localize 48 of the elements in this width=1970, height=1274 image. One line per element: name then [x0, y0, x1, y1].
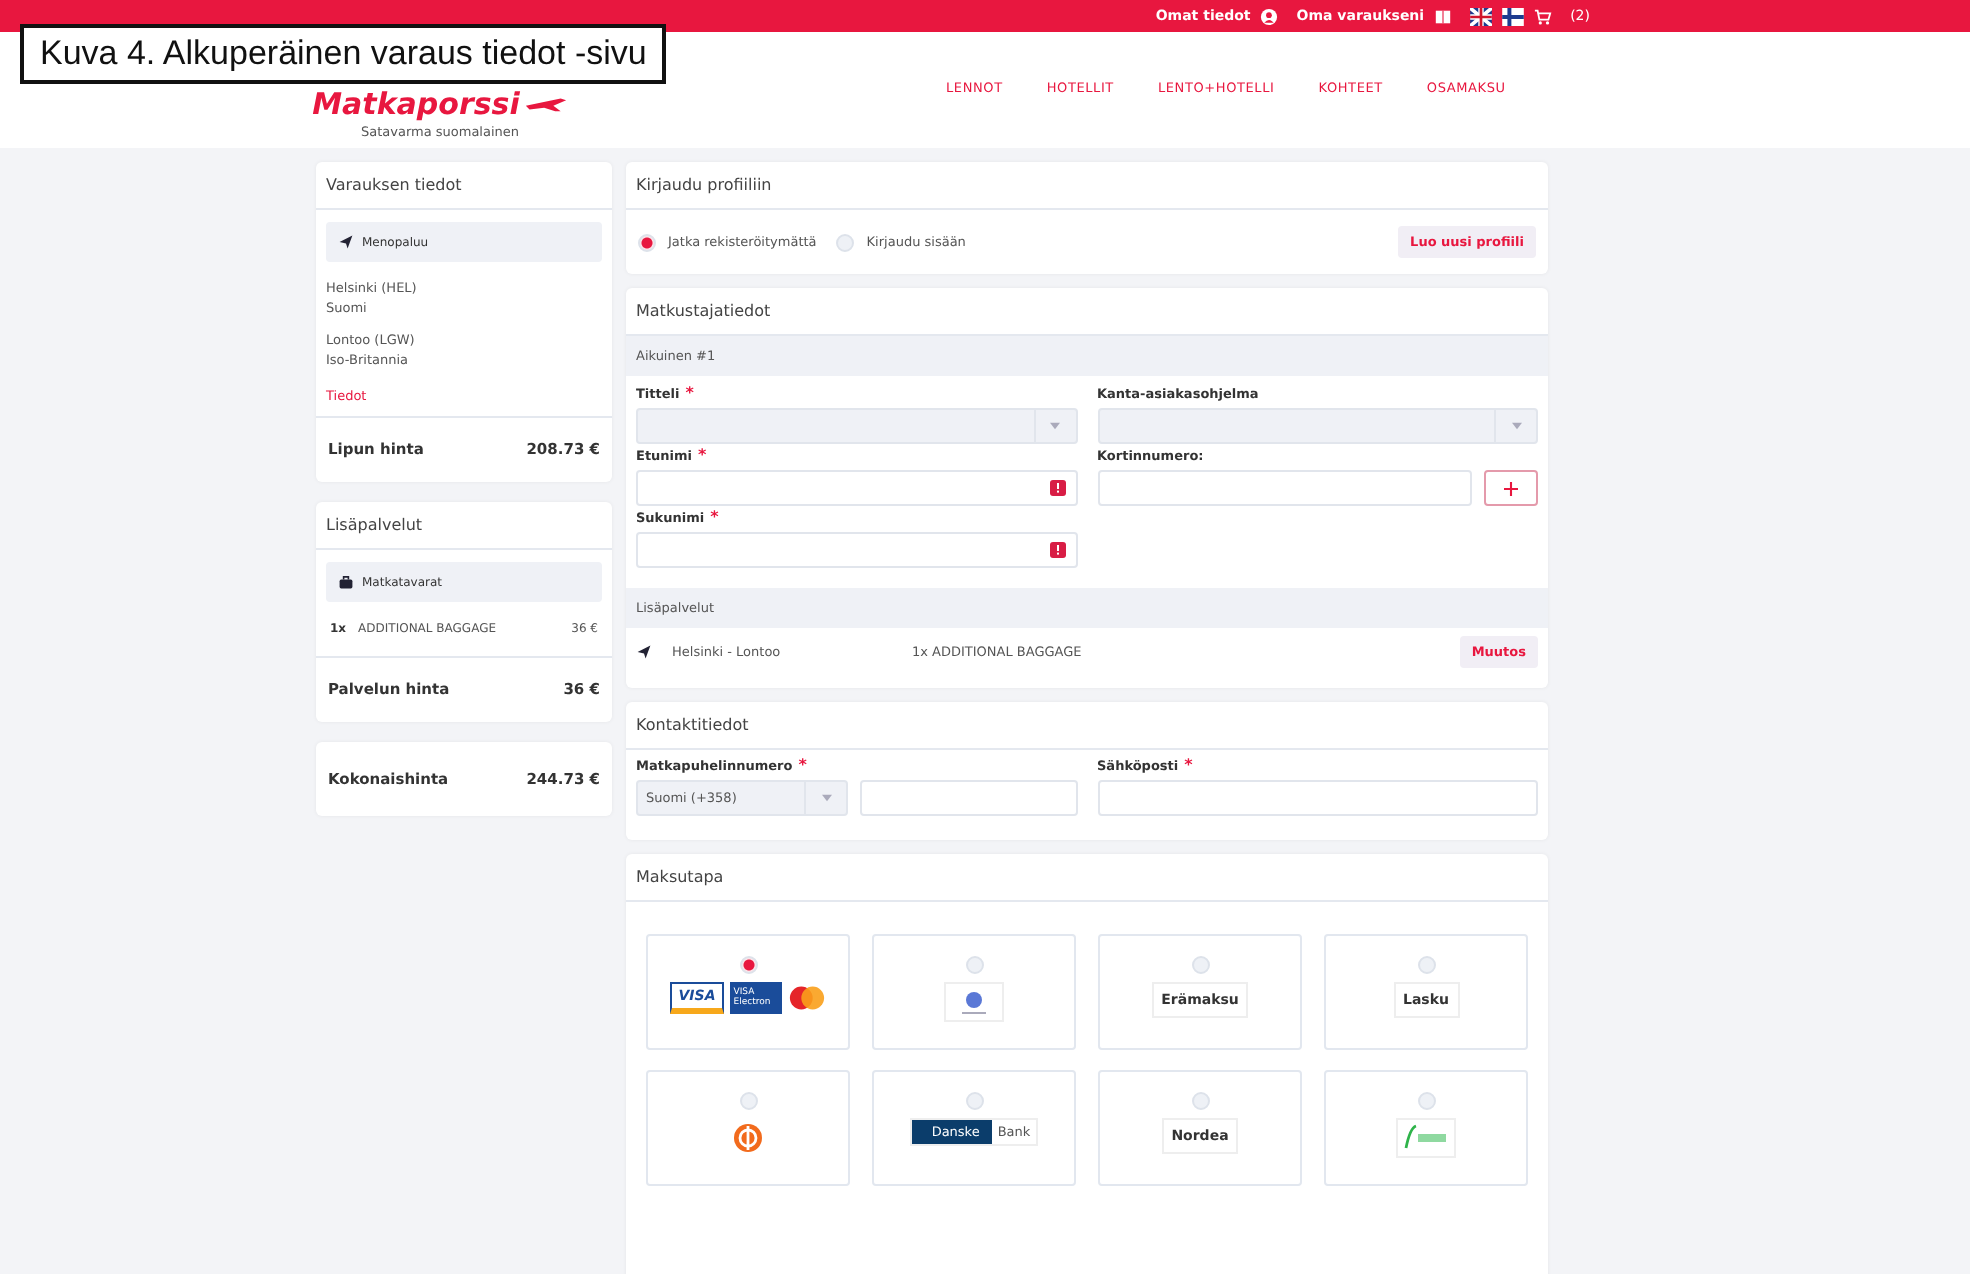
required-mark: * [798, 758, 807, 774]
card-title: Kirjaudu profiiliin [626, 162, 1548, 210]
plus-icon [1504, 481, 1518, 495]
payment-option[interactable] [872, 934, 1076, 1050]
email-input[interactable] [1097, 780, 1538, 816]
card-title: Varauksen tiedot [316, 162, 612, 210]
required-mark: * [698, 448, 707, 464]
radio-button[interactable] [1417, 956, 1435, 974]
radio-button[interactable] [1417, 1092, 1435, 1110]
radio-button[interactable] [739, 956, 757, 974]
radio-button[interactable] [965, 956, 983, 974]
suitcase-icon [338, 574, 354, 590]
add-button[interactable] [1484, 470, 1538, 506]
input-field[interactable] [636, 470, 1077, 506]
finland-flag-icon[interactable] [1502, 7, 1525, 25]
figure-caption: Kuva 4. Alkuperäinen varaus tiedot -sivu [20, 24, 667, 84]
radio-button[interactable] [965, 1092, 983, 1110]
radio-button[interactable] [739, 1092, 757, 1110]
required-mark: * [685, 386, 694, 402]
card-title: Kontaktitiedot [626, 702, 1548, 750]
input-field[interactable] [636, 532, 1077, 568]
uk-flag-icon[interactable] [1470, 7, 1493, 25]
caret-icon [1050, 422, 1060, 430]
payment-option[interactable] [646, 1070, 850, 1186]
select-field[interactable] [636, 408, 1077, 444]
caret-icon [1511, 422, 1521, 430]
required-mark: * [1184, 758, 1193, 774]
user-icon [1260, 7, 1279, 25]
input-field[interactable] [1097, 470, 1472, 506]
error-icon [1049, 480, 1065, 496]
error-icon [1049, 542, 1065, 558]
radio-button[interactable] [1191, 956, 1209, 974]
book-icon [1434, 7, 1453, 25]
card-title: Maksutapa [626, 854, 1548, 902]
radio-button[interactable] [836, 233, 855, 251]
radio-button[interactable] [1191, 1092, 1209, 1110]
phone-logo-icon [944, 982, 1004, 1022]
logo-text[interactable]: Matkaporssi [312, 86, 520, 122]
card-brand-icon [787, 986, 826, 1010]
radio-button[interactable] [638, 233, 656, 251]
card-title: Lisäpalvelut [316, 502, 612, 550]
caret-icon [821, 794, 831, 802]
required-mark: * [710, 510, 719, 526]
leaf-logo-icon [1396, 1118, 1456, 1158]
cart-icon[interactable] [1534, 7, 1553, 25]
select-field[interactable] [1097, 408, 1538, 444]
phone-input[interactable] [860, 780, 1077, 816]
payment-option[interactable] [1324, 1070, 1528, 1186]
